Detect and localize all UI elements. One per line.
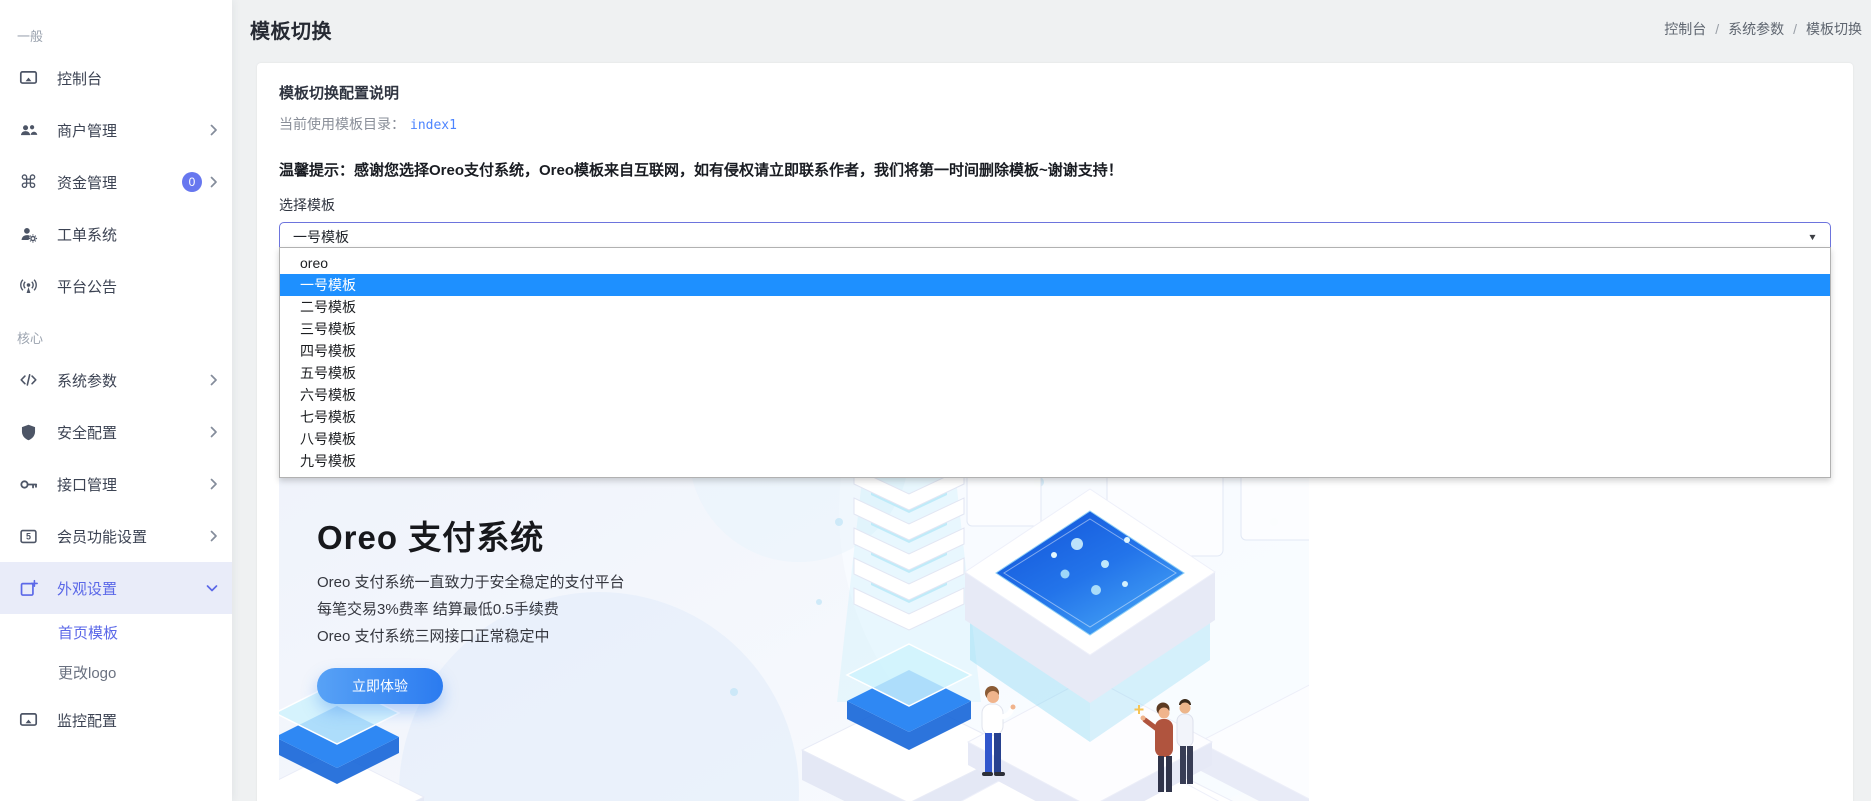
current-template-dir-value: index1 xyxy=(410,118,457,133)
sidebar-item-label: 安全配置 xyxy=(57,424,118,442)
template-option-4[interactable]: 四号模板 xyxy=(280,340,1830,362)
shield-icon xyxy=(19,423,38,442)
sidebar-item-label: 控制台 xyxy=(57,70,103,88)
current-template-dir-label: 当前使用模板目录： xyxy=(279,116,405,132)
template-option-3[interactable]: 三号模板 xyxy=(280,318,1830,340)
broadcast-icon xyxy=(19,277,38,296)
card-heading: 模板切换配置说明 xyxy=(279,85,400,102)
user-gear-icon xyxy=(19,225,38,244)
chevron-right-icon xyxy=(210,374,218,386)
sidebar-item-label: 监控配置 xyxy=(57,712,118,730)
appearance-icon xyxy=(19,579,38,598)
template-option-5[interactable]: 五号模板 xyxy=(280,362,1830,384)
sidebar-item-label: 会员功能设置 xyxy=(57,528,148,546)
sidebar-item-monitoring[interactable]: 监控配置 xyxy=(0,694,232,746)
template-option-oreo[interactable]: oreo xyxy=(280,252,1830,274)
sidebar-item-label: 商户管理 xyxy=(57,122,118,140)
sidebar-item-api[interactable]: 接口管理 xyxy=(0,458,232,510)
template-switch-card: 模板切换配置说明 当前使用模板目录： index1 温馨提示：感谢您选择Oreo支… xyxy=(257,63,1853,801)
sidebar-item-tickets[interactable]: 工单系统 xyxy=(0,208,232,260)
sidebar: 一般 控制台 商户管理 ⌘ 资金管理 0 工单系统 平台公告 核心 系统参数 安… xyxy=(0,0,232,801)
hero-line: 每笔交易3%费率 结算最低0.5手续费 xyxy=(317,601,559,618)
hero-text-block: Oreo 支付系统 Oreo 支付系统一直致力于安全稳定的支付平台 每笔交易3%… xyxy=(317,518,625,704)
select-arrow-icon: ▼ xyxy=(1807,232,1818,242)
sidebar-item-label: 资金管理 xyxy=(57,174,118,192)
monitor-icon xyxy=(19,711,38,730)
sidebar-item-label: 平台公告 xyxy=(57,278,118,296)
member-icon: 5 xyxy=(19,527,38,546)
template-option-6[interactable]: 六号模板 xyxy=(280,384,1830,406)
svg-text:5: 5 xyxy=(26,531,31,541)
sidebar-subitem-change-logo[interactable]: 更改logo xyxy=(0,654,232,694)
breadcrumb: 控制台 / 系统参数 / 模板切换 xyxy=(1664,19,1862,39)
sidebar-item-appearance[interactable]: 外观设置 xyxy=(0,562,232,614)
breadcrumb-separator: / xyxy=(1715,21,1720,37)
sidebar-section-general: 一般 xyxy=(17,29,44,44)
chevron-right-icon xyxy=(210,176,218,188)
breadcrumb-console[interactable]: 控制台 xyxy=(1664,19,1706,39)
sidebar-item-member-features[interactable]: 5 会员功能设置 xyxy=(0,510,232,562)
template-option-7[interactable]: 七号模板 xyxy=(280,406,1830,428)
code-icon xyxy=(19,371,38,390)
breadcrumb-separator: / xyxy=(1793,21,1797,37)
sidebar-item-label: 系统参数 xyxy=(57,372,118,390)
hero-line: Oreo 支付系统三网接口正常稳定中 xyxy=(317,628,550,645)
main-content: 模板切换 控制台 / 系统参数 / 模板切换 模板切换配置说明 当前使用模板目录… xyxy=(232,0,1871,801)
sidebar-item-sysparams[interactable]: 系统参数 xyxy=(0,354,232,406)
sidebar-item-announcements[interactable]: 平台公告 xyxy=(0,260,232,312)
sidebar-item-label: 接口管理 xyxy=(57,476,118,494)
select-label: 选择模板 xyxy=(279,197,335,213)
key-icon xyxy=(19,475,38,494)
page-title: 模板切换 xyxy=(250,20,332,43)
monitor-icon xyxy=(19,69,38,88)
sidebar-item-label: 工单系统 xyxy=(57,226,118,244)
hero-line: Oreo 支付系统一直致力于安全稳定的支付平台 xyxy=(317,574,625,591)
template-select-value: 一号模板 xyxy=(293,229,349,245)
sidebar-item-funds[interactable]: ⌘ 资金管理 0 xyxy=(0,156,232,208)
breadcrumb-current: 模板切换 xyxy=(1806,21,1862,37)
template-option-9[interactable]: 九号模板 xyxy=(280,450,1830,472)
breadcrumb-sysparams[interactable]: 系统参数 xyxy=(1728,19,1784,39)
hero-title: Oreo 支付系统 xyxy=(317,519,545,556)
tip-text: 温馨提示：感谢您选择Oreo支付系统，Oreo模板来自互联网，如有侵权请立即联系… xyxy=(279,162,1123,179)
chevron-right-icon xyxy=(210,530,218,542)
template-option-1-selected[interactable]: 一号模板 xyxy=(280,274,1830,296)
try-now-button[interactable]: 立即体验 xyxy=(317,668,443,704)
sidebar-subitem-home-template[interactable]: 首页模板 xyxy=(0,614,232,654)
users-icon xyxy=(19,121,38,140)
chevron-right-icon xyxy=(210,426,218,438)
current-template-dir-line: 当前使用模板目录： index1 xyxy=(279,116,1831,134)
sidebar-item-security[interactable]: 安全配置 xyxy=(0,406,232,458)
sidebar-item-console[interactable]: 控制台 xyxy=(0,52,232,104)
page-header: 模板切换 控制台 / 系统参数 / 模板切换 xyxy=(232,0,1871,58)
chevron-down-icon xyxy=(206,584,218,593)
chevron-right-icon xyxy=(210,478,218,490)
template-option-2[interactable]: 二号模板 xyxy=(280,296,1830,318)
sidebar-section-core: 核心 xyxy=(17,331,44,346)
template-option-8[interactable]: 八号模板 xyxy=(280,428,1830,450)
funds-count-badge: 0 xyxy=(182,172,202,192)
command-icon: ⌘ xyxy=(19,172,38,192)
template-select-dropdown: oreo 一号模板 二号模板 三号模板 四号模板 五号模板 六号模板 七号模板 … xyxy=(279,247,1831,478)
sidebar-item-merchants[interactable]: 商户管理 xyxy=(0,104,232,156)
sidebar-item-label: 外观设置 xyxy=(57,580,118,598)
chevron-right-icon xyxy=(210,124,218,136)
